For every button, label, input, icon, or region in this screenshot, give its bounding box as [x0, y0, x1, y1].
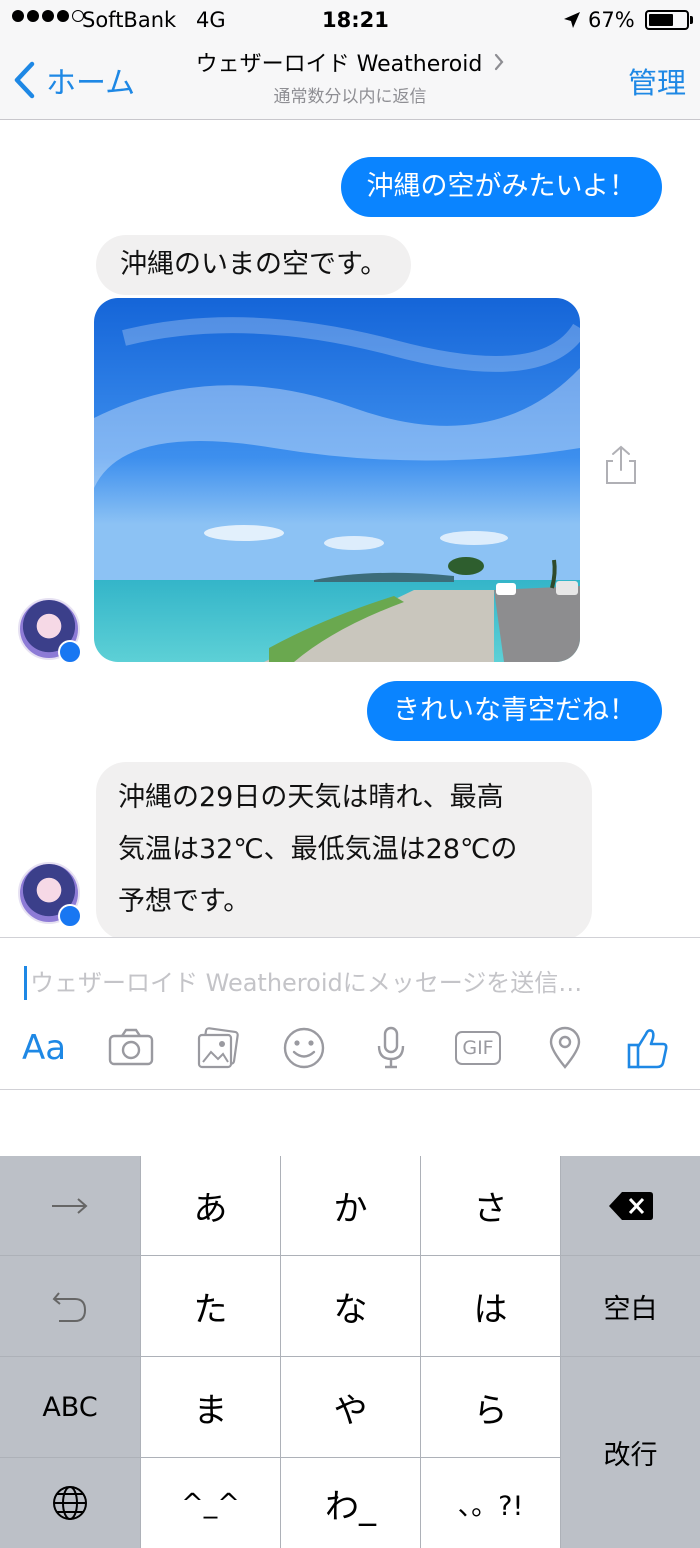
messenger-badge-icon — [58, 904, 82, 928]
location-pin-icon[interactable] — [548, 1026, 582, 1070]
message-input[interactable] — [30, 962, 680, 1004]
battery-cap — [690, 16, 693, 24]
gif-label: GIF — [455, 1031, 501, 1065]
back-label: ホーム — [46, 66, 136, 101]
globe-key[interactable] — [0, 1458, 140, 1548]
message-line: 沖縄の29日の天気は晴れ、最高 — [118, 782, 504, 813]
carrier-name: SoftBank — [82, 8, 177, 32]
arrow-right-icon — [52, 1197, 88, 1214]
messenger-badge-icon — [58, 640, 82, 664]
okinawa-sky-photo[interactable] — [94, 298, 580, 662]
japanese-keyboard: あ か さ た な は 空白 ABC ま や ら 改行 ^_^ わ_ 、。?! — [0, 1156, 700, 1548]
chevron-left-icon — [14, 61, 35, 99]
navigation-bar: ホーム ウェザーロイド Weatheroid 通常数分以内に返信 管理 — [0, 40, 700, 120]
abc-key[interactable]: ABC — [0, 1357, 140, 1457]
location-arrow-icon — [564, 12, 580, 28]
thumbs-up-icon[interactable] — [626, 1026, 670, 1070]
key-ya[interactable]: や — [281, 1357, 420, 1457]
battery-icon — [645, 10, 689, 30]
message-bubble-incoming[interactable]: 沖縄の29日の天気は晴れ、最高 気温は32℃、最低気温は28℃の 予想です。 — [96, 762, 592, 940]
undo-key[interactable] — [0, 1256, 140, 1356]
undo-icon — [52, 1292, 87, 1322]
key-ka[interactable]: か — [281, 1156, 420, 1255]
key-ha[interactable]: は — [421, 1256, 560, 1356]
status-time: 18:21 — [322, 8, 389, 32]
emoji-icon[interactable] — [282, 1026, 326, 1070]
aa-label: Aa — [21, 1028, 67, 1068]
network-type: 4G — [196, 8, 226, 32]
punctuation-key[interactable]: 、。?! — [421, 1458, 560, 1548]
key-ma[interactable]: ま — [141, 1357, 280, 1457]
key-na[interactable]: な — [281, 1256, 420, 1356]
key-sa[interactable]: さ — [421, 1156, 560, 1255]
backspace-icon — [608, 1191, 653, 1220]
message-line: 予想です。 — [118, 886, 251, 917]
text-format-icon[interactable]: Aa — [18, 1026, 70, 1070]
back-button[interactable]: ホーム — [12, 58, 135, 102]
cell-signal-icon — [12, 10, 84, 22]
share-icon[interactable] — [603, 444, 639, 486]
microphone-icon[interactable] — [376, 1026, 406, 1070]
message-bubble-incoming[interactable]: 沖縄のいまの空です。 — [96, 235, 412, 295]
space-key[interactable]: 空白 — [561, 1256, 700, 1356]
conversation-title: ウェザーロイド Weatheroid — [196, 46, 505, 78]
conversation-title-text: ウェザーロイド Weatheroid — [195, 52, 483, 77]
camera-icon[interactable] — [108, 1026, 154, 1070]
globe-icon — [53, 1486, 87, 1520]
key-ra[interactable]: ら — [421, 1357, 560, 1457]
gif-icon[interactable]: GIF — [452, 1026, 504, 1070]
message-bubble-outgoing[interactable]: きれいな青空だね！ — [367, 681, 662, 741]
key-wa[interactable]: わ_ — [281, 1458, 420, 1548]
conversation-header[interactable]: ウェザーロイド Weatheroid 通常数分以内に返信 — [150, 46, 550, 107]
message-line: 気温は32℃、最低気温は28℃の — [118, 834, 518, 865]
return-key[interactable]: 改行 — [561, 1357, 700, 1548]
conversation-subtitle: 通常数分以内に返信 — [273, 87, 427, 107]
keyboard-gap — [0, 1090, 700, 1156]
kaomoji-key[interactable]: ^_^ — [141, 1458, 280, 1548]
text-cursor — [24, 966, 27, 1000]
message-bubble-outgoing[interactable]: 沖縄の空がみたいよ！ — [340, 157, 662, 217]
chevron-right-icon — [495, 53, 504, 71]
photo-gallery-icon[interactable] — [196, 1026, 240, 1070]
battery-percent: 67% — [588, 8, 635, 32]
cursor-right-key[interactable] — [0, 1156, 140, 1255]
key-a[interactable]: あ — [141, 1156, 280, 1255]
delete-key[interactable] — [561, 1156, 700, 1255]
status-bar: SoftBank 4G 18:21 67% — [0, 0, 700, 40]
key-ta[interactable]: た — [141, 1256, 280, 1356]
manage-button[interactable]: 管理 — [628, 60, 686, 102]
message-composer: Aa GIF — [0, 937, 700, 1091]
